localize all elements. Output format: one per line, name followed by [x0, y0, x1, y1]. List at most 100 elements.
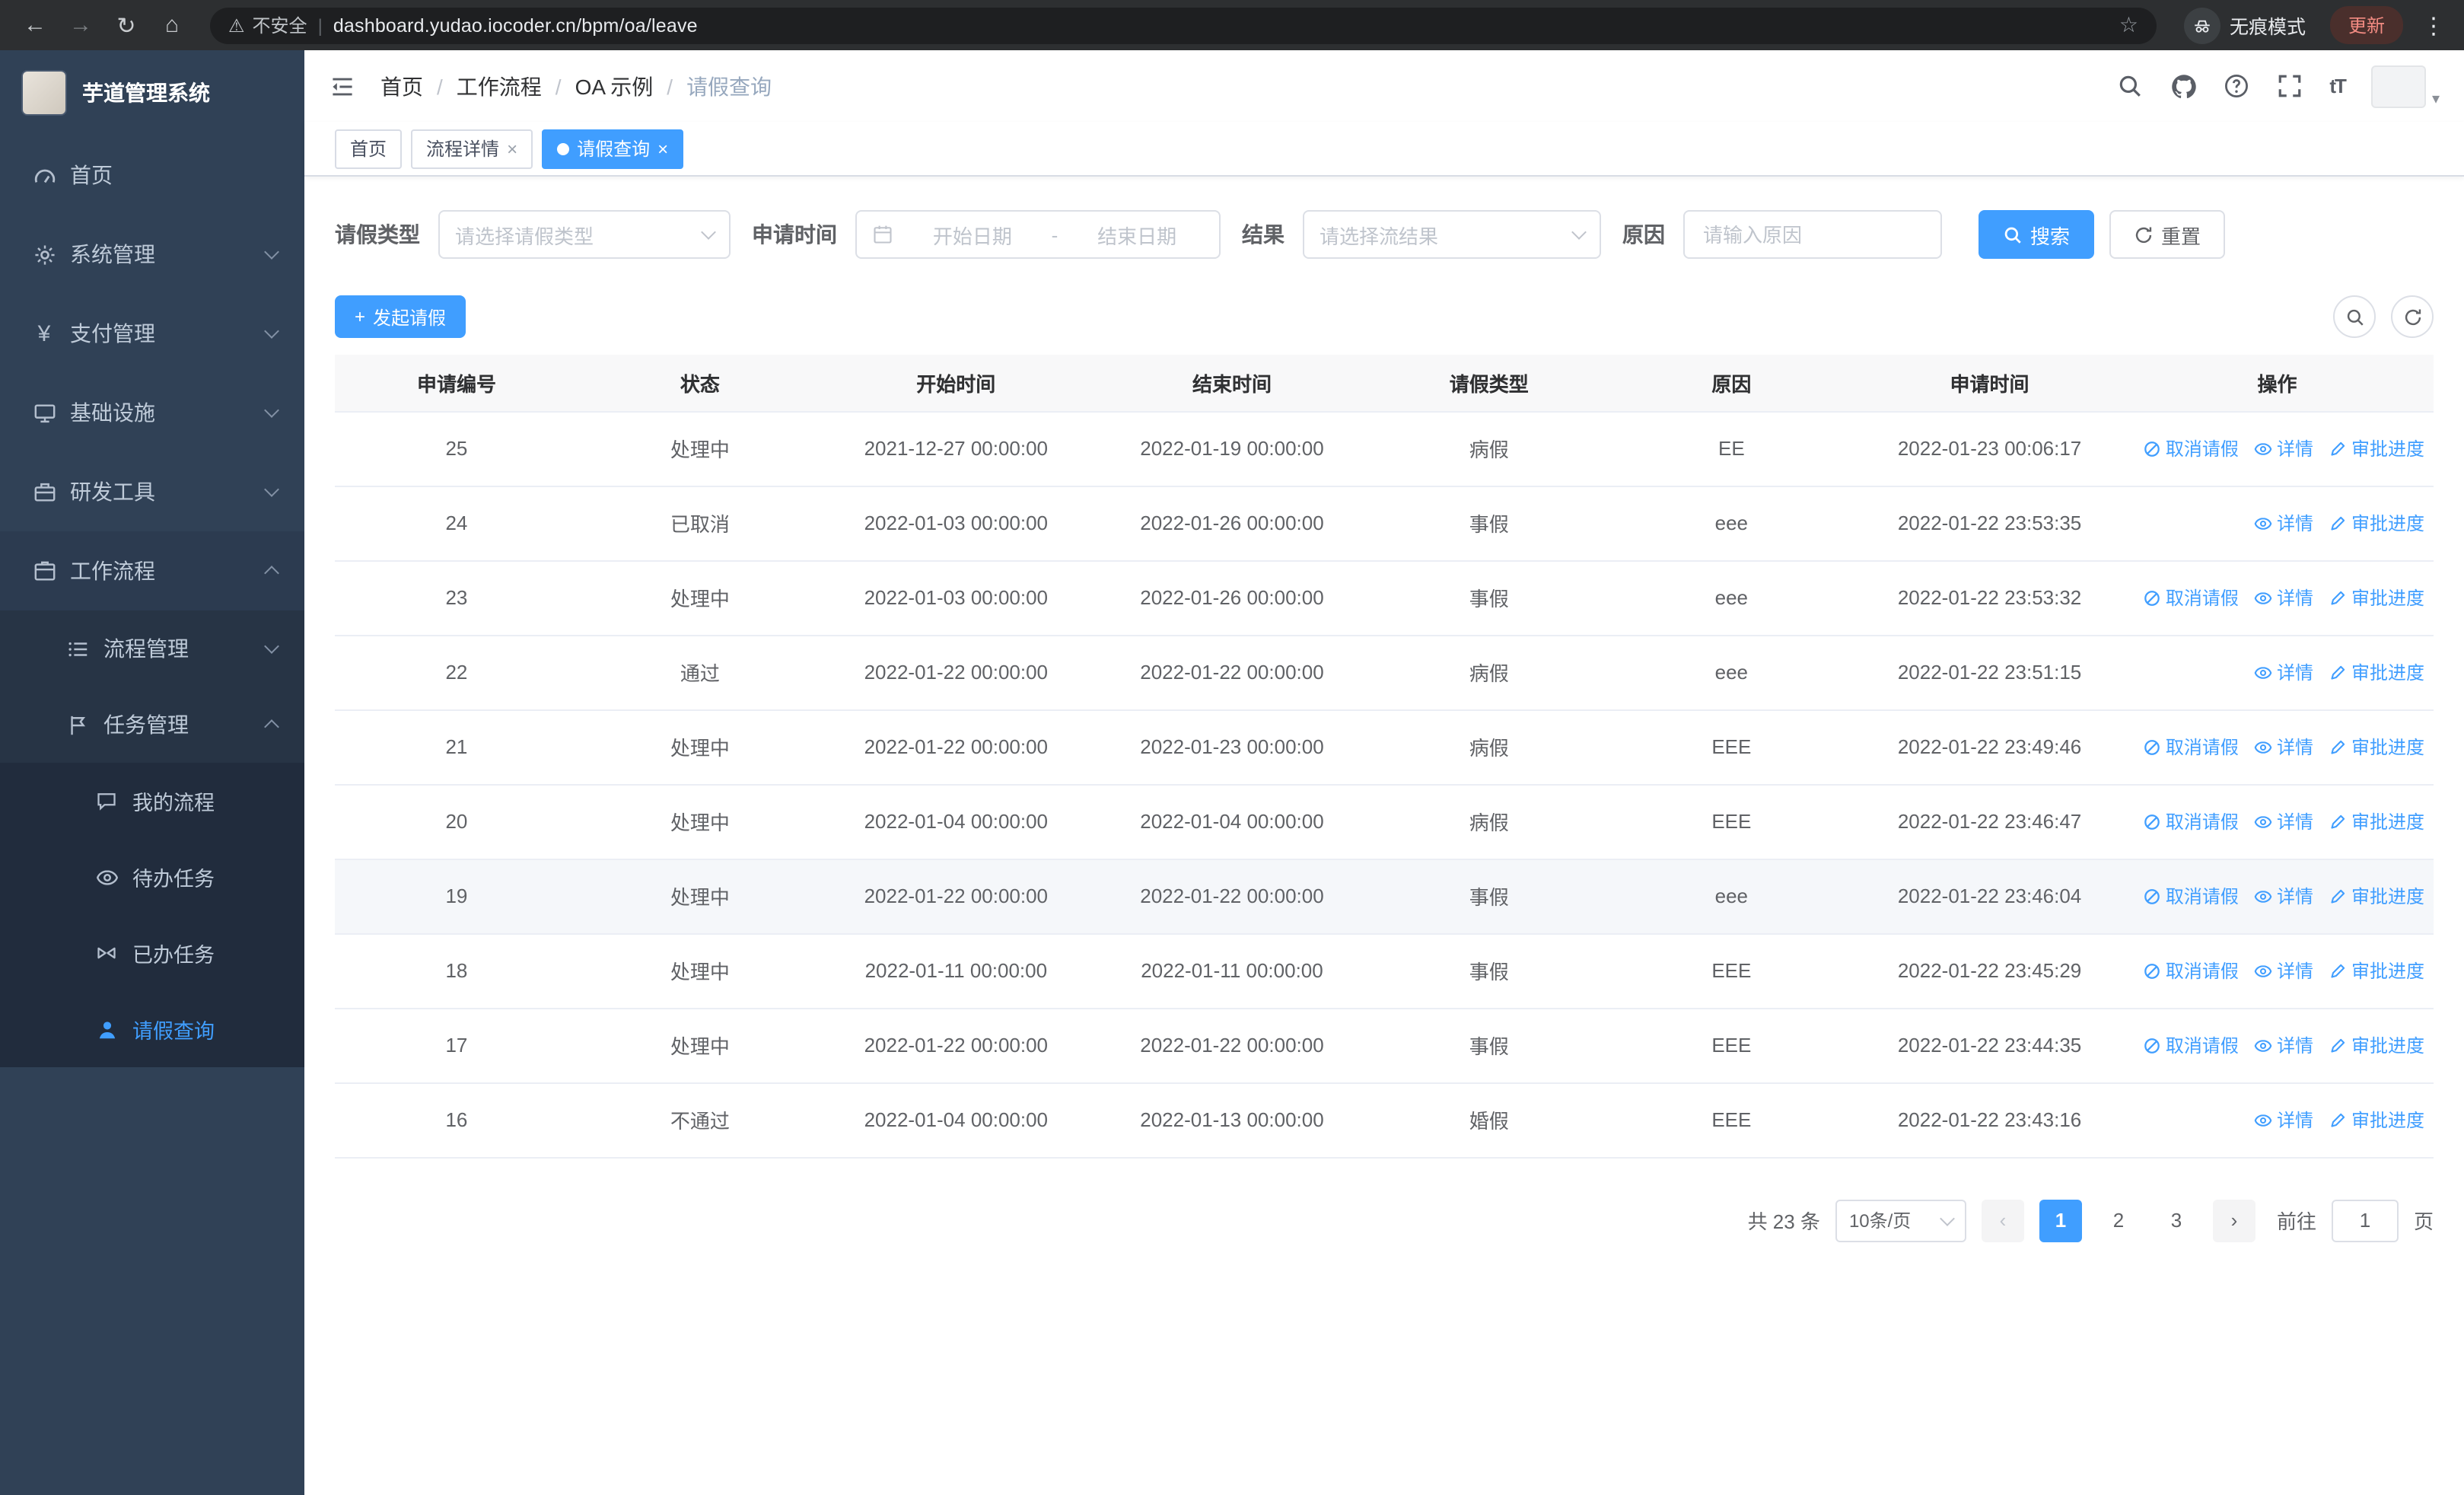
table-row[interactable]: 18 处理中 2022-01-11 00:00:00 2022-01-11 00… [335, 933, 2434, 1009]
row-action-detail[interactable]: 详情 [2254, 1032, 2313, 1058]
result-label: 结果 [1242, 222, 1285, 247]
row-action-progress[interactable]: 审批进度 [2329, 883, 2424, 909]
sidebar-item-workflow[interactable]: 工作流程 [0, 531, 304, 610]
row-action-detail[interactable]: 详情 [2254, 958, 2313, 983]
page-button-3[interactable]: 3 [2154, 1199, 2198, 1242]
sidebar-item-infra[interactable]: 基础设施 [0, 373, 304, 452]
reset-button[interactable]: 重置 [2109, 210, 2226, 259]
page-size-select[interactable]: 10条/页 [1835, 1199, 1966, 1242]
sidebar-item-devtools[interactable]: 研发工具 [0, 452, 304, 531]
font-size-icon[interactable]: tT [2329, 75, 2347, 97]
row-action-detail[interactable]: 详情 [2254, 883, 2313, 909]
breadcrumb-separator: / [437, 74, 443, 98]
row-action-detail[interactable]: 详情 [2254, 510, 2313, 536]
breadcrumb-oa-example[interactable]: OA 示例 [575, 71, 654, 101]
sidebar-item-todo-tasks[interactable]: 待办任务 [0, 839, 304, 915]
page-button-2[interactable]: 2 [2096, 1199, 2140, 1242]
row-action-progress[interactable]: 审批进度 [2329, 734, 2424, 760]
row-action-cancel[interactable]: 取消请假 [2143, 435, 2239, 461]
action-label: 审批进度 [2351, 513, 2424, 534]
sidebar-collapse-icon[interactable] [326, 69, 359, 103]
row-action-detail[interactable]: 详情 [2254, 659, 2313, 685]
sidebar-item-home[interactable]: 首页 [0, 135, 304, 215]
row-action-detail[interactable]: 详情 [2254, 585, 2313, 610]
security-warning[interactable]: ⚠ 不安全 [228, 12, 307, 38]
search-button[interactable]: 搜索 [1979, 210, 2095, 259]
row-action-cancel[interactable]: 取消请假 [2143, 734, 2239, 760]
leave-type-select[interactable]: 请选择请假类型 [438, 210, 731, 259]
browser-forward-button[interactable]: → [61, 5, 100, 45]
row-action-progress[interactable]: 审批进度 [2329, 435, 2424, 461]
app-logo-image [21, 70, 67, 116]
progress-icon [2329, 738, 2347, 756]
row-action-progress[interactable]: 审批进度 [2329, 958, 2424, 983]
bookmark-star-icon[interactable]: ☆ [2119, 12, 2138, 38]
tab-leave-query[interactable]: 请假查询 × [542, 129, 684, 168]
cell-apply-id: 21 [335, 709, 578, 785]
fullscreen-icon[interactable] [2276, 72, 2303, 100]
browser-menu-icon[interactable]: ⋮ [2418, 11, 2449, 39]
sidebar-item-task-management[interactable]: 任务管理 [0, 687, 304, 763]
sidebar-item-system[interactable]: 系统管理 [0, 215, 304, 294]
table-row[interactable]: 21 处理中 2022-01-22 00:00:00 2022-01-23 00… [335, 709, 2434, 785]
sidebar-item-payment[interactable]: ¥ 支付管理 [0, 294, 304, 373]
table-row[interactable]: 17 处理中 2022-01-22 00:00:00 2022-01-22 00… [335, 1008, 2434, 1083]
row-action-progress[interactable]: 审批进度 [2329, 510, 2424, 536]
row-action-detail[interactable]: 详情 [2254, 808, 2313, 834]
row-action-detail[interactable]: 详情 [2254, 734, 2313, 760]
refresh-table-button[interactable] [2391, 295, 2434, 338]
tab-label: 首页 [350, 139, 387, 160]
app-logo[interactable]: 芋道管理系统 [0, 50, 304, 135]
row-action-cancel[interactable]: 取消请假 [2143, 958, 2239, 983]
table-row[interactable]: 16 不通过 2022-01-04 00:00:00 2022-01-13 00… [335, 1082, 2434, 1158]
breadcrumb-workflow[interactable]: 工作流程 [457, 71, 542, 101]
close-icon[interactable]: × [507, 139, 517, 158]
reason-input[interactable] [1700, 222, 1925, 247]
sidebar-item-label: 基础设施 [70, 400, 155, 425]
help-icon[interactable] [2223, 72, 2250, 100]
page-button-1[interactable]: 1 [2039, 1199, 2082, 1242]
row-action-progress[interactable]: 审批进度 [2329, 1107, 2424, 1133]
table-row[interactable]: 23 处理中 2022-01-03 00:00:00 2022-01-26 00… [335, 560, 2434, 636]
detail-icon [2254, 738, 2272, 756]
table-row[interactable]: 22 通过 2022-01-22 00:00:00 2022-01-22 00:… [335, 635, 2434, 710]
address-bar[interactable]: ⚠ 不安全 | dashboard.yudao.iocoder.cn/bpm/o… [210, 7, 2157, 43]
table-row[interactable]: 25 处理中 2021-12-27 00:00:00 2022-01-19 00… [335, 411, 2434, 486]
breadcrumb-home[interactable]: 首页 [380, 71, 423, 101]
browser-update-button[interactable]: 更新 [2329, 6, 2403, 44]
user-menu[interactable]: ▾ [2370, 65, 2440, 107]
tab-home[interactable]: 首页 [335, 129, 403, 168]
next-page-button[interactable]: › [2212, 1199, 2255, 1242]
action-label: 取消请假 [2165, 737, 2239, 758]
table-row[interactable]: 24 已取消 2022-01-03 00:00:00 2022-01-26 00… [335, 486, 2434, 561]
browser-back-button[interactable]: ← [15, 5, 55, 45]
row-action-cancel[interactable]: 取消请假 [2143, 1032, 2239, 1058]
prev-page-button[interactable]: ‹ [1981, 1199, 2024, 1242]
table-row[interactable]: 19 处理中 2022-01-22 00:00:00 2022-01-22 00… [335, 859, 2434, 934]
row-action-detail[interactable]: 详情 [2254, 435, 2313, 461]
row-action-detail[interactable]: 详情 [2254, 1107, 2313, 1133]
sidebar-item-my-process[interactable]: 我的流程 [0, 763, 304, 839]
row-action-progress[interactable]: 审批进度 [2329, 659, 2424, 685]
row-action-cancel[interactable]: 取消请假 [2143, 808, 2239, 834]
row-action-progress[interactable]: 审批进度 [2329, 585, 2424, 610]
row-action-cancel[interactable]: 取消请假 [2143, 585, 2239, 610]
table-row[interactable]: 20 处理中 2022-01-04 00:00:00 2022-01-04 00… [335, 784, 2434, 859]
close-icon[interactable]: × [657, 139, 668, 158]
goto-page-input[interactable] [2331, 1199, 2399, 1242]
browser-reload-button[interactable]: ↻ [107, 5, 146, 45]
sidebar-item-leave-query[interactable]: 请假查询 [0, 991, 304, 1067]
result-select[interactable]: 请选择流结果 [1303, 210, 1601, 259]
row-action-cancel[interactable]: 取消请假 [2143, 883, 2239, 909]
sidebar-item-done-tasks[interactable]: 已办任务 [0, 915, 304, 991]
row-action-progress[interactable]: 审批进度 [2329, 1032, 2424, 1058]
toggle-search-button[interactable] [2333, 295, 2376, 338]
apply-time-range-picker[interactable]: 开始日期 - 结束日期 [855, 210, 1221, 259]
tab-process-detail[interactable]: 流程详情 × [411, 129, 533, 168]
sidebar-item-process-management[interactable]: 流程管理 [0, 610, 304, 687]
search-icon[interactable] [2116, 72, 2144, 100]
row-action-progress[interactable]: 审批进度 [2329, 808, 2424, 834]
create-leave-button[interactable]: + 发起请假 [335, 295, 466, 338]
browser-home-button[interactable]: ⌂ [152, 5, 192, 45]
github-icon[interactable] [2170, 72, 2197, 100]
